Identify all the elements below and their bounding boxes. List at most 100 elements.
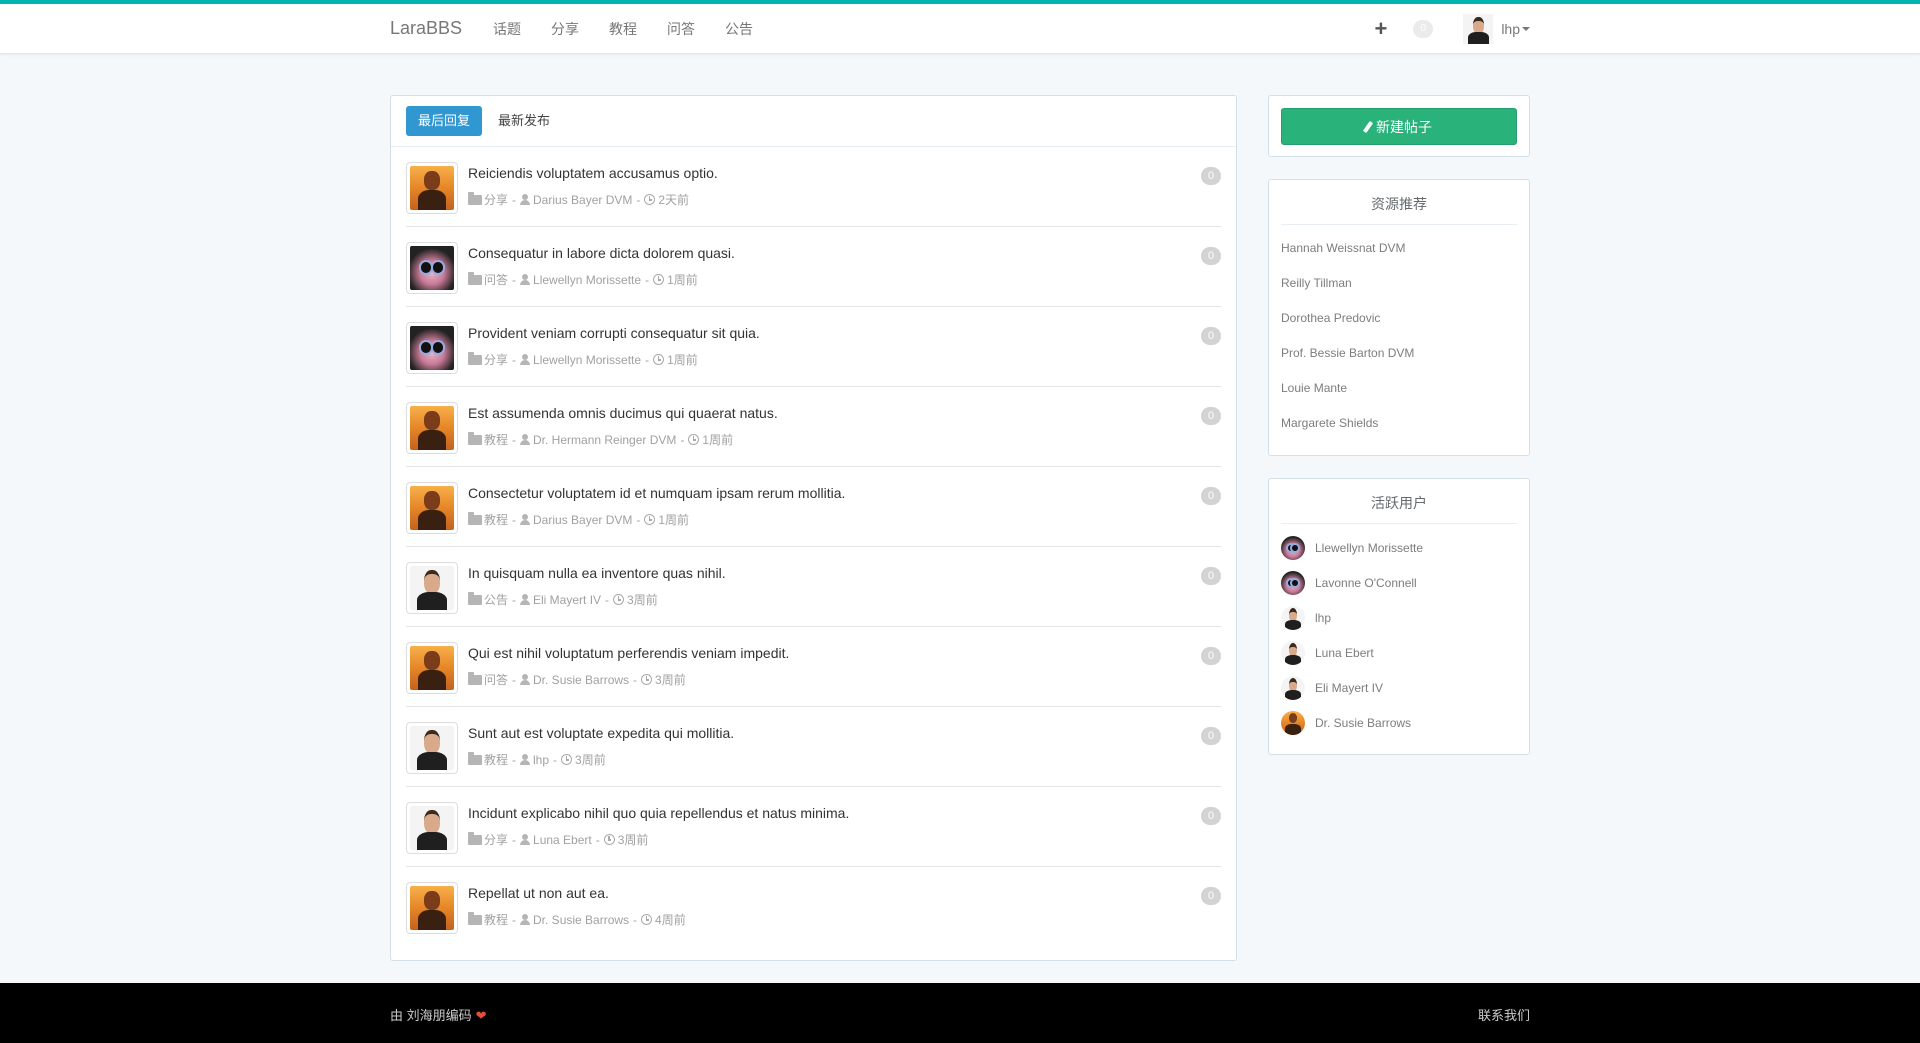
topic-author[interactable]: Dr. Susie Barrows	[533, 673, 629, 687]
topic-avatar[interactable]	[406, 642, 458, 694]
active-user-name: Dr. Susie Barrows	[1315, 715, 1412, 730]
topic-category[interactable]: 问答	[484, 271, 508, 288]
active-user-item[interactable]: Luna Ebert	[1281, 635, 1517, 670]
topic-author[interactable]: Darius Bayer DVM	[533, 193, 632, 207]
resource-link[interactable]: Louie Mante	[1281, 371, 1517, 406]
topic-category[interactable]: 分享	[484, 351, 508, 368]
topic-avatar[interactable]	[406, 162, 458, 214]
topic-category[interactable]: 公告	[484, 591, 508, 608]
clock-icon	[613, 594, 625, 605]
topic-time: 1周前	[702, 433, 734, 447]
topic-category[interactable]: 教程	[484, 751, 508, 768]
topic-category[interactable]: 教程	[484, 511, 508, 528]
topic-avatar[interactable]	[406, 482, 458, 534]
topic-avatar[interactable]	[406, 402, 458, 454]
topic-panel: 最后回复 最新发布 Reiciendis voluptatem accusamu…	[390, 95, 1237, 961]
meta-separator: -	[512, 352, 517, 367]
active-user-item[interactable]: Lavonne O'Connell	[1281, 565, 1517, 600]
topic-time: 3周前	[627, 593, 658, 607]
topic-author[interactable]: Llewellyn Morissette	[533, 273, 641, 287]
topic-category[interactable]: 问答	[484, 671, 508, 688]
new-post-card: 新建帖子	[1268, 95, 1530, 157]
topic-avatar[interactable]	[406, 882, 458, 934]
avatar-image	[410, 886, 454, 930]
meta-separator: -	[680, 432, 685, 447]
topic-title[interactable]: Sunt aut est voluptate expedita qui moll…	[468, 725, 734, 741]
topic-category[interactable]: 教程	[484, 911, 508, 928]
topic-title[interactable]: Consectetur voluptatem id et numquam ips…	[468, 485, 845, 501]
footer-credit: 由 刘海朋编码 ❤	[390, 1005, 487, 1024]
topic-author[interactable]: Llewellyn Morissette	[533, 353, 641, 367]
topic-category[interactable]: 分享	[484, 191, 508, 208]
topic-title[interactable]: In quisquam nulla ea inventore quas nihi…	[468, 565, 726, 581]
topic-meta: 问答 - Llewellyn Morissette -1周前	[468, 271, 698, 288]
topic-title[interactable]: Provident veniam corrupti consequatur si…	[468, 325, 760, 341]
topic-title[interactable]: Consequatur in labore dicta dolorem quas…	[468, 245, 735, 261]
folder-icon	[468, 431, 482, 445]
topic-meta: 公告 - Eli Mayert IV -3周前	[468, 591, 658, 608]
clock-icon	[603, 834, 615, 845]
nav-link-topics[interactable]: 话题	[478, 4, 536, 54]
topic-meta: 问答 - Dr. Susie Barrows -3周前	[468, 671, 686, 688]
tab-latest[interactable]: 最新发布	[486, 106, 562, 136]
user-icon	[520, 194, 531, 205]
resource-link[interactable]: Reilly Tillman	[1281, 266, 1517, 301]
topic-title[interactable]: Reiciendis voluptatem accusamus optio.	[468, 165, 718, 181]
topic-author[interactable]: Darius Bayer DVM	[533, 513, 632, 527]
active-user-item[interactable]: Eli Mayert IV	[1281, 670, 1517, 705]
topic-author[interactable]: Luna Ebert	[533, 833, 592, 847]
user-menu[interactable]: lhp	[1463, 14, 1530, 44]
plus-icon[interactable]: +	[1374, 18, 1387, 40]
contact-link[interactable]: 联系我们	[1478, 1005, 1530, 1024]
footer: 由 刘海朋编码 ❤ 联系我们	[0, 983, 1920, 1043]
nav-link-share[interactable]: 分享	[536, 4, 594, 54]
topic-author[interactable]: Dr. Susie Barrows	[533, 913, 629, 927]
topic-avatar[interactable]	[406, 722, 458, 774]
meta-separator: -	[512, 752, 517, 767]
tab-last-reply[interactable]: 最后回复	[406, 106, 483, 136]
nav-right: + 0 lhp	[1374, 4, 1530, 54]
folder-icon	[468, 911, 482, 925]
notification-badge[interactable]: 0	[1413, 20, 1434, 38]
topic-item: Provident veniam corrupti consequatur si…	[406, 307, 1221, 387]
resource-link[interactable]: Dorothea Predovic	[1281, 301, 1517, 336]
resource-link[interactable]: Margarete Shields	[1281, 406, 1517, 441]
active-user-item[interactable]: Llewellyn Morissette	[1281, 530, 1517, 565]
nav-link-announcement[interactable]: 公告	[710, 4, 768, 54]
avatar	[1281, 535, 1305, 560]
topic-title[interactable]: Qui est nihil voluptatum perferendis ven…	[468, 645, 789, 661]
topic-time: 3周前	[655, 673, 686, 687]
topic-title[interactable]: Repellat ut non aut ea.	[468, 885, 609, 901]
heart-icon: ❤	[475, 1008, 487, 1023]
avatar-image	[410, 166, 454, 210]
new-post-button[interactable]: 新建帖子	[1281, 108, 1517, 145]
nav-link-qa[interactable]: 问答	[652, 4, 710, 54]
active-user-item[interactable]: lhp	[1281, 600, 1517, 635]
topic-category[interactable]: 分享	[484, 831, 508, 848]
topic-avatar[interactable]	[406, 802, 458, 854]
topic-avatar[interactable]	[406, 562, 458, 614]
avatar-image	[410, 406, 454, 450]
topic-author[interactable]: Eli Mayert IV	[533, 593, 601, 607]
folder-icon	[468, 671, 482, 685]
nav-link-tutorial[interactable]: 教程	[594, 4, 652, 54]
user-icon	[520, 354, 531, 365]
meta-separator: -	[512, 192, 517, 207]
topic-avatar[interactable]	[406, 322, 458, 374]
folder-icon	[468, 751, 482, 765]
topic-category[interactable]: 教程	[484, 431, 508, 448]
resource-link[interactable]: Prof. Bessie Barton DVM	[1281, 336, 1517, 371]
active-user-item[interactable]: Dr. Susie Barrows	[1281, 705, 1517, 740]
active-user-name: Lavonne O'Connell	[1315, 575, 1417, 590]
topic-author[interactable]: Dr. Hermann Reinger DVM	[533, 433, 676, 447]
topic-title[interactable]: Incidunt explicabo nihil quo quia repell…	[468, 805, 849, 821]
topic-author[interactable]: lhp	[533, 753, 549, 767]
topic-avatar[interactable]	[406, 242, 458, 294]
avatar-image	[410, 486, 454, 530]
meta-separator: -	[595, 832, 600, 847]
topic-title[interactable]: Est assumenda omnis ducimus qui quaerat …	[468, 405, 778, 421]
brand-logo[interactable]: LaraBBS	[390, 18, 462, 39]
resource-link[interactable]: Hannah Weissnat DVM	[1281, 231, 1517, 266]
folder-icon	[468, 831, 482, 845]
clock-icon	[644, 514, 656, 525]
